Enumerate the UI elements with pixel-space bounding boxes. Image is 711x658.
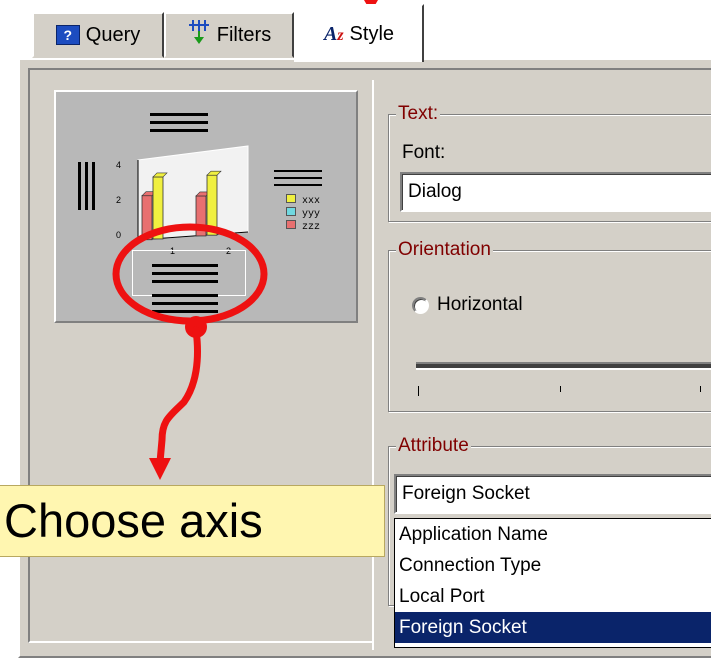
- bar-2-zzz: [195, 195, 207, 237]
- preview-title-lines[interactable]: [150, 113, 208, 133]
- legend-item-yyy: yyy: [302, 209, 321, 220]
- option-foreign-socket[interactable]: Foreign Socket: [395, 612, 711, 643]
- orientation-group-legend: Orientation: [396, 239, 493, 260]
- tab-filters[interactable]: Filters: [164, 12, 294, 58]
- option-local-port[interactable]: Local Port: [395, 581, 711, 612]
- slider-tick-2: [560, 386, 561, 392]
- slider-tick-3: [700, 386, 701, 392]
- bar-1-zzz: [141, 195, 153, 241]
- attribute-dropdown-list[interactable]: Application Name Connection Type Local P…: [394, 518, 711, 648]
- preview-x-axis-lines[interactable]: [152, 264, 218, 324]
- font-label: Font:: [402, 142, 446, 163]
- annotation-callout: .Choose axis: [0, 485, 385, 557]
- text-group-legend: Text:: [396, 103, 441, 124]
- legend-item-zzz: zzz: [302, 222, 321, 233]
- font-input[interactable]: Dialog: [400, 172, 711, 212]
- y-tick-2: 2: [116, 195, 121, 205]
- horizontal-radio[interactable]: Horizontal: [412, 294, 523, 316]
- option-application-name[interactable]: Application Name: [395, 519, 711, 550]
- radio-icon: [412, 296, 429, 314]
- tab-style-label: Style: [349, 22, 395, 45]
- option-connection-type[interactable]: Connection Type: [395, 550, 711, 581]
- style-icon: Az: [323, 22, 344, 45]
- tab-filters-label: Filters: [216, 23, 272, 46]
- tab-query[interactable]: ? Query: [32, 12, 164, 58]
- y-tick-0: 0: [116, 230, 121, 240]
- bar-2-xxx: [206, 174, 218, 236]
- legend-item-xxx: xxx: [302, 196, 321, 207]
- attribute-select[interactable]: Foreign Socket: [394, 474, 711, 514]
- query-icon: ?: [55, 25, 80, 45]
- font-input-value: Dialog: [408, 181, 462, 202]
- preview-legend[interactable]: xxx yyy zzz: [286, 194, 320, 233]
- preview-y-axis-lines[interactable]: [78, 162, 98, 210]
- y-tick-4: 4: [116, 160, 121, 170]
- attribute-select-value: Foreign Socket: [402, 483, 530, 504]
- slider-tick-1: [418, 386, 419, 396]
- bar-1-xxx: [152, 176, 164, 240]
- orientation-slider-track[interactable]: [416, 362, 711, 370]
- tab-query-label: Query: [85, 23, 141, 46]
- orientation-group: [388, 250, 711, 412]
- horizontal-label: Horizontal: [437, 294, 523, 315]
- tab-style[interactable]: Az Style: [294, 4, 424, 62]
- preview-legend-lines[interactable]: [274, 170, 322, 192]
- attribute-group-legend: Attribute: [396, 435, 471, 456]
- preview-chart[interactable]: 0 2 4 1 2: [110, 140, 250, 260]
- filters-icon: [187, 19, 211, 51]
